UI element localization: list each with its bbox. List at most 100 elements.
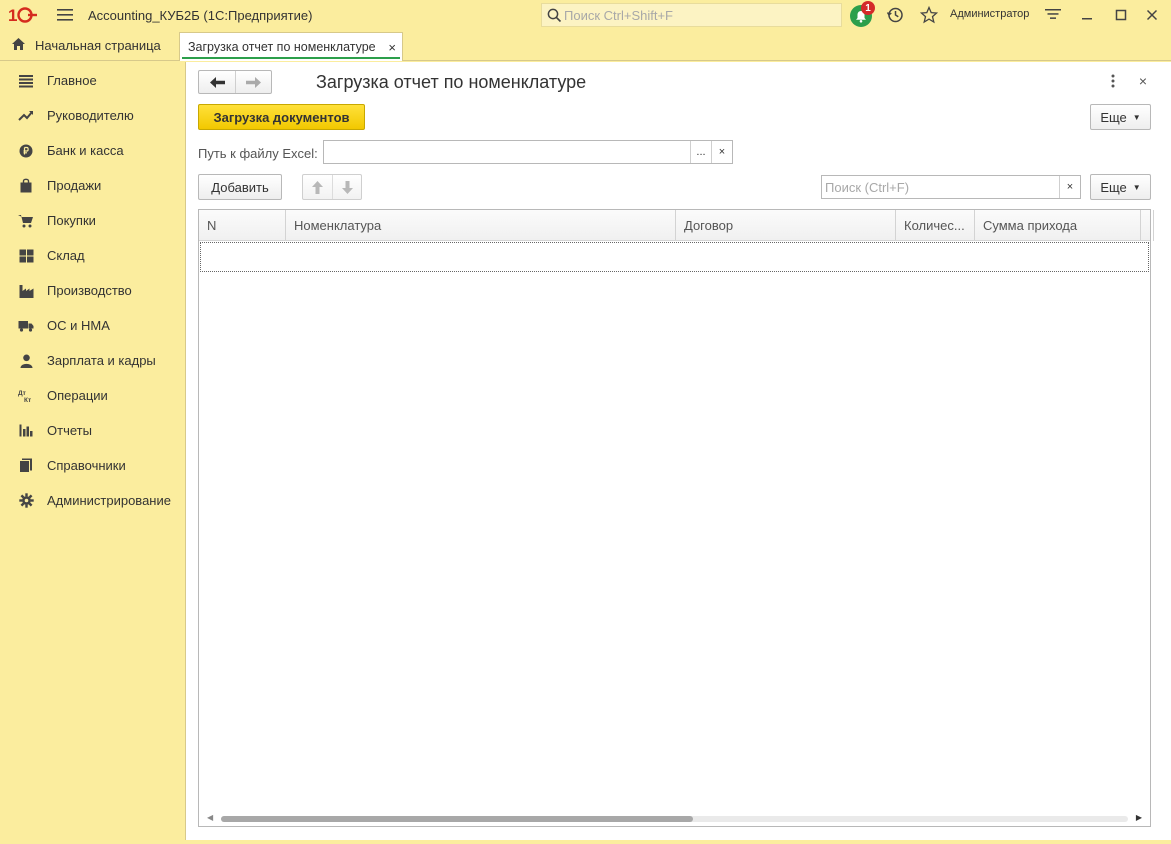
back-button[interactable] <box>199 71 235 93</box>
search-icon <box>544 3 564 27</box>
gear-icon <box>16 491 36 511</box>
move-buttons <box>302 174 362 200</box>
sidebar-item-reports[interactable]: Отчеты <box>0 413 185 448</box>
sidebar-item-warehouse[interactable]: Склад <box>0 238 185 273</box>
sidebar-item-fixed-assets[interactable]: ОС и НМА <box>0 308 185 343</box>
more-actions-icon[interactable] <box>1104 72 1122 90</box>
history-icon[interactable] <box>885 5 905 25</box>
forward-button[interactable] <box>235 71 271 93</box>
column-header-nomenclature[interactable]: Номенклатура <box>286 210 676 240</box>
close-window-icon[interactable] <box>1142 5 1162 25</box>
tab-home[interactable]: Начальная страница <box>0 30 161 60</box>
excel-path-input[interactable] <box>324 141 690 163</box>
truck-icon <box>16 316 36 336</box>
sidebar-item-bank[interactable]: Банк и касса <box>0 133 185 168</box>
arrow-up-icon <box>312 180 323 194</box>
sidebar-item-label: Производство <box>47 283 132 298</box>
minimize-icon[interactable] <box>1077 5 1097 25</box>
more-button-table[interactable]: Еще ▼ <box>1090 174 1151 200</box>
notifications-button[interactable]: 1 <box>848 1 875 29</box>
sidebar-item-salary[interactable]: Зарплата и кадры <box>0 343 185 378</box>
scroll-right-icon[interactable]: ▶ <box>1136 813 1142 822</box>
shopping-bag-icon <box>16 176 36 196</box>
chevron-down-icon: ▼ <box>1132 182 1141 192</box>
sidebar-item-label: Банк и касса <box>47 143 124 158</box>
close-form-icon[interactable]: × <box>1134 72 1152 90</box>
svg-text:1: 1 <box>8 6 17 24</box>
move-up-button[interactable] <box>303 175 332 199</box>
clear-path-button[interactable]: × <box>711 141 732 163</box>
menu-lines-icon <box>16 71 36 91</box>
warehouse-icon <box>16 246 36 266</box>
sidebar-item-production[interactable]: Производство <box>0 273 185 308</box>
column-header-n[interactable]: N <box>199 210 286 240</box>
table-search-field[interactable]: Поиск (Ctrl+F) × <box>821 175 1081 199</box>
scroll-left-icon[interactable]: ◀ <box>207 813 213 822</box>
global-search-input[interactable] <box>564 7 824 23</box>
factory-icon <box>16 281 36 301</box>
ruble-coin-icon <box>16 141 36 161</box>
tab-bar: Начальная страница Загрузка отчет по ном… <box>0 30 1171 61</box>
sidebar-item-directories[interactable]: Справочники <box>0 448 185 483</box>
sidebar-item-manager[interactable]: Руководителю <box>0 98 185 133</box>
select-file-button[interactable]: ... <box>690 141 711 163</box>
global-search-field[interactable] <box>541 3 842 27</box>
table-search-input[interactable]: Поиск (Ctrl+F) <box>822 180 1059 195</box>
user-name[interactable]: Администратор <box>950 8 1029 20</box>
load-documents-button[interactable]: Загрузка документов <box>198 104 365 130</box>
cart-icon <box>16 211 36 231</box>
main-menu-icon[interactable] <box>50 0 80 30</box>
sidebar-item-sales[interactable]: Продажи <box>0 168 185 203</box>
sidebar: Главное Руководителю Банк и касса Продаж… <box>0 62 186 840</box>
bottom-strip <box>0 840 1171 844</box>
1c-logo-icon[interactable]: 1 <box>6 0 40 30</box>
sidebar-item-label: Отчеты <box>47 423 92 438</box>
tab-load-report[interactable]: Загрузка отчет по номенклатуре × <box>179 32 403 61</box>
horizontal-scrollbar[interactable]: ◀ ▶ <box>199 810 1150 826</box>
sidebar-item-label: Администрирование <box>47 493 171 508</box>
more-button-top[interactable]: Еще ▼ <box>1090 104 1151 130</box>
items-table[interactable]: N Номенклатура Договор Количес... Сумма … <box>198 209 1154 827</box>
maximize-icon[interactable] <box>1111 5 1131 25</box>
form-title: Загрузка отчет по номенклатуре <box>316 72 587 92</box>
sidebar-item-administration[interactable]: Администрирование <box>0 483 185 518</box>
move-down-button[interactable] <box>332 175 361 199</box>
settings-menu-icon[interactable] <box>1043 5 1063 25</box>
sidebar-item-label: Зарплата и кадры <box>47 353 156 368</box>
sidebar-item-label: Покупки <box>47 213 96 228</box>
active-tab-indicator <box>182 57 400 59</box>
sidebar-item-label: Операции <box>47 388 108 403</box>
table-header: N Номенклатура Договор Количес... Сумма … <box>199 210 1154 241</box>
person-icon <box>16 351 36 371</box>
favorites-star-icon[interactable] <box>919 5 939 25</box>
header-scroll-edge <box>1153 210 1163 241</box>
tab-close-icon[interactable]: × <box>388 40 396 55</box>
svg-text:Дт: Дт <box>18 390 26 397</box>
arrow-right-icon <box>246 76 261 88</box>
column-header-contract[interactable]: Договор <box>676 210 896 240</box>
scrollbar-thumb[interactable] <box>221 816 693 822</box>
add-button[interactable]: Добавить <box>198 174 282 200</box>
column-header-receipt-sum[interactable]: Сумма прихода <box>975 210 1141 240</box>
title-bar: 1 Accounting_КУБ2Б (1С:Предприятие) 1 Ад… <box>0 0 1171 30</box>
sidebar-item-label: Руководителю <box>47 108 134 123</box>
tab-load-report-label: Загрузка отчет по номенклатуре <box>188 40 376 54</box>
sidebar-item-label: Склад <box>47 248 85 263</box>
sidebar-item-operations[interactable]: Дт Кт Операции <box>0 378 185 413</box>
dt-kt-icon: Дт Кт <box>16 386 36 406</box>
clear-search-button[interactable]: × <box>1059 176 1080 198</box>
notification-badge: 1 <box>861 1 875 15</box>
home-icon <box>11 37 26 54</box>
more-button-label: Еще <box>1100 109 1127 125</box>
sidebar-item-label: Справочники <box>47 458 126 473</box>
sidebar-item-purchases[interactable]: Покупки <box>0 203 185 238</box>
chevron-down-icon: ▼ <box>1132 112 1141 122</box>
tab-home-label: Начальная страница <box>35 37 161 53</box>
bar-chart-icon <box>16 421 36 441</box>
table-row-current[interactable] <box>200 242 1149 272</box>
sidebar-item-label: Главное <box>47 73 97 88</box>
sidebar-item-label: Продажи <box>47 178 102 193</box>
column-header-quantity[interactable]: Количес... <box>896 210 975 240</box>
sidebar-item-main[interactable]: Главное <box>0 63 185 98</box>
excel-path-label: Путь к файлу Excel: <box>198 146 318 161</box>
